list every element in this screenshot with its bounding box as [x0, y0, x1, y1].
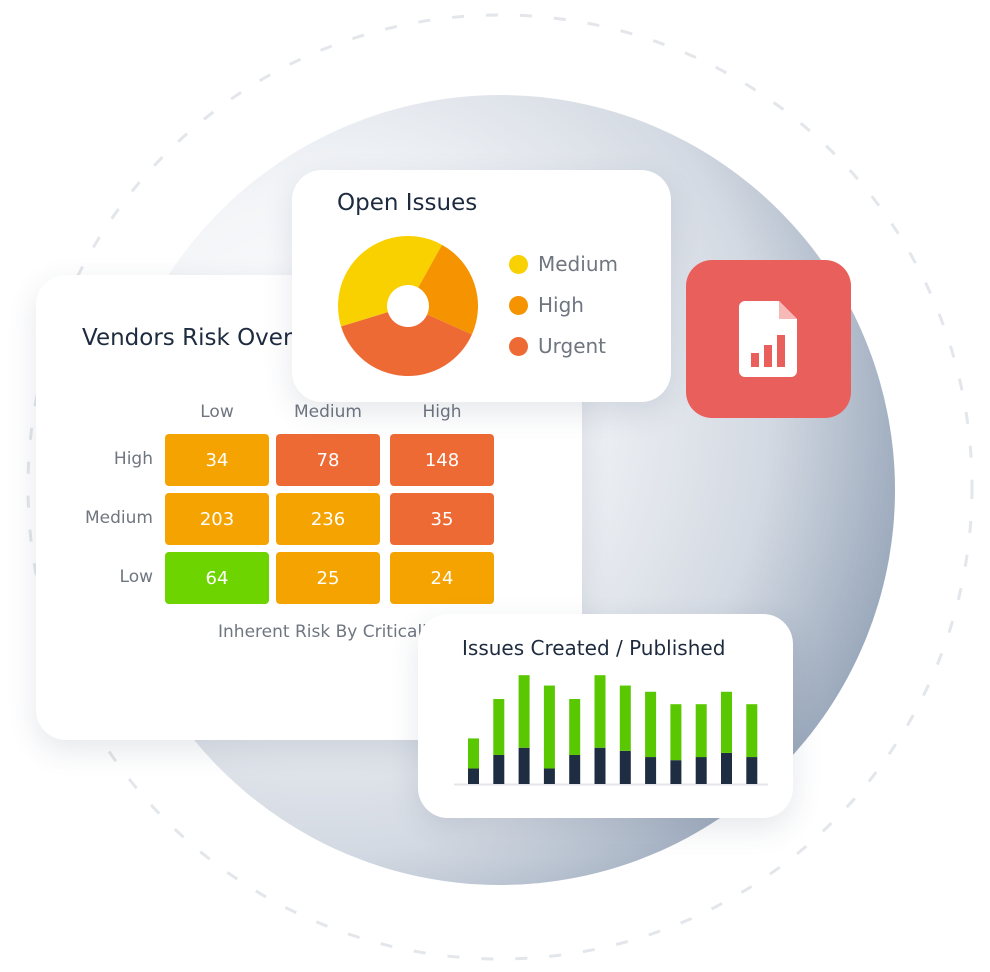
- bar-published-10[interactable]: [695, 757, 707, 784]
- bar-published-3[interactable]: [518, 747, 530, 784]
- bar-created-7[interactable]: [619, 685, 631, 751]
- bar-created-5[interactable]: [569, 699, 581, 755]
- bar-created-6[interactable]: [594, 675, 606, 748]
- bar-published-12[interactable]: [746, 757, 758, 784]
- legend-dot: [509, 336, 528, 356]
- heatmap-cell[interactable]: 64: [165, 552, 269, 604]
- issues-created-title: Issues Created / Published: [462, 636, 726, 660]
- bar-created-1[interactable]: [468, 738, 479, 769]
- heatmap-row-label: Low: [119, 567, 153, 587]
- heatmap-cell[interactable]: 236: [276, 493, 380, 545]
- bar-created-3[interactable]: [518, 675, 530, 748]
- bar-published-11[interactable]: [721, 752, 732, 784]
- heatmap-cell[interactable]: 35: [390, 493, 494, 545]
- heatmap-cell[interactable]: 25: [276, 552, 380, 604]
- issues-created-card: Issues Created / Published: [418, 614, 793, 818]
- heatmap-row-label: Medium: [85, 508, 153, 528]
- bar-published-2[interactable]: [493, 754, 505, 784]
- legend-label: High: [538, 293, 584, 317]
- open-issues-title: Open Issues: [337, 190, 478, 216]
- legend-dot: [509, 254, 528, 274]
- legend-item: High: [509, 293, 584, 317]
- legend-dot: [509, 295, 528, 315]
- bar-created-11[interactable]: [721, 691, 732, 753]
- heatmap-cell[interactable]: 34: [165, 434, 269, 486]
- bar-created-12[interactable]: [746, 704, 758, 758]
- open-issues-donut: [338, 236, 478, 376]
- bar-published-6[interactable]: [594, 747, 606, 784]
- heatmap-xlabel: Inherent Risk By Criticality: [218, 622, 444, 642]
- heatmap-cell[interactable]: 148: [390, 434, 494, 486]
- bar-created-8[interactable]: [645, 691, 657, 758]
- bar-published-9[interactable]: [670, 760, 682, 784]
- heatmap-column-label: Medium: [294, 402, 362, 422]
- bar-published-7[interactable]: [619, 750, 631, 784]
- heatmap-column-label: High: [422, 402, 462, 422]
- report-button[interactable]: [686, 260, 851, 418]
- heatmap-cell[interactable]: 203: [165, 493, 269, 545]
- legend-label: Urgent: [538, 334, 607, 358]
- bar-published-8[interactable]: [645, 757, 657, 784]
- open-issues-card: Open Issues Medium High Urgent: [292, 170, 671, 402]
- bar-published-4[interactable]: [543, 768, 555, 784]
- legend-item: Urgent: [509, 334, 606, 358]
- bar-created-10[interactable]: [695, 704, 707, 758]
- heatmap-cell[interactable]: 78: [276, 434, 380, 486]
- bar-created-9[interactable]: [670, 704, 682, 761]
- issues-bar-chart: [454, 675, 768, 786]
- heatmap-cell[interactable]: 24: [390, 552, 494, 604]
- legend-item: Medium: [509, 252, 618, 276]
- bar-published-1[interactable]: [468, 768, 479, 784]
- bar-published-5[interactable]: [569, 754, 581, 784]
- legend-label: Medium: [538, 252, 618, 276]
- bar-created-2[interactable]: [493, 699, 505, 755]
- document-bar-chart-icon: [738, 301, 797, 377]
- heatmap-row-label: High: [113, 449, 153, 469]
- heatmap-column-label: Low: [200, 402, 234, 422]
- bar-created-4[interactable]: [543, 685, 555, 769]
